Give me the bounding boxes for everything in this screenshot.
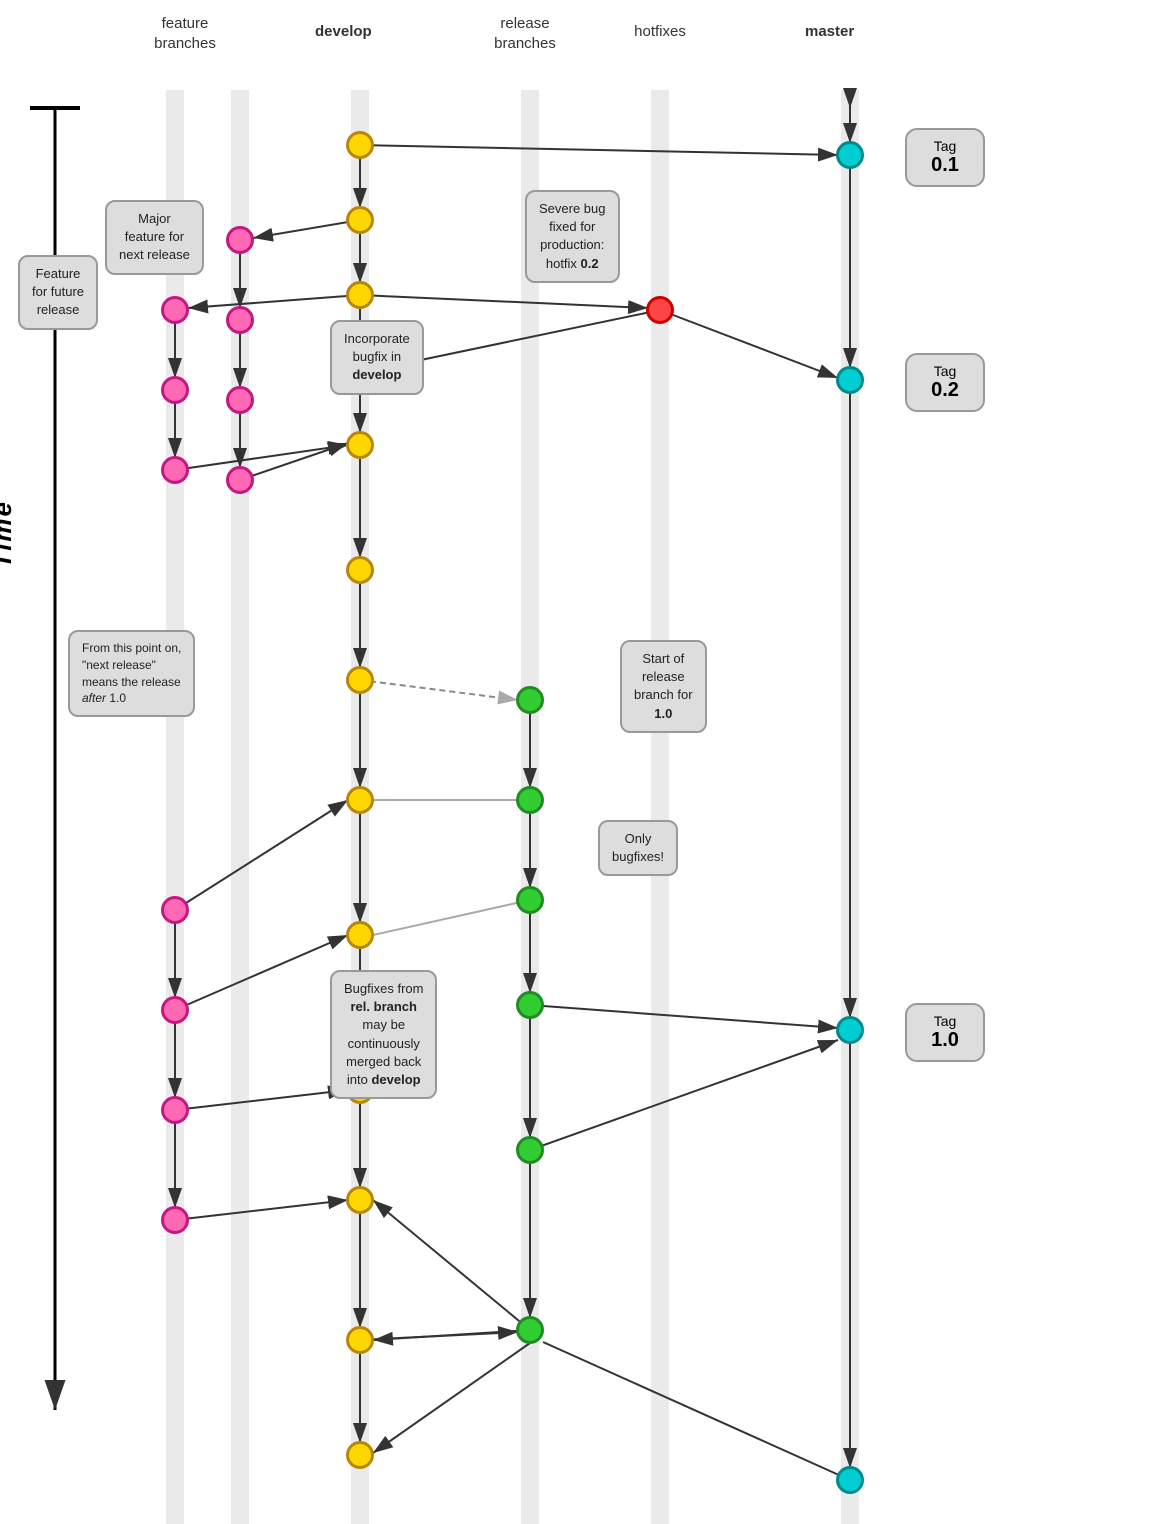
feature1-node-7 (161, 1206, 189, 1234)
incorporate-bugfix-bubble: Incorporatebugfix indevelop (330, 320, 424, 395)
develop-node-9 (346, 921, 374, 949)
hotfix-node-1 (646, 296, 674, 324)
develop-header: develop (315, 22, 372, 42)
develop-node-3 (346, 281, 374, 309)
feature1-node-5 (161, 996, 189, 1024)
tag-0.1: Tag 0.1 (905, 128, 985, 187)
time-label: Time (0, 500, 18, 568)
develop-node-12 (346, 1326, 374, 1354)
release-node-6 (516, 1316, 544, 1344)
release-node-1 (516, 686, 544, 714)
feature1-node-6 (161, 1096, 189, 1124)
master-node-4 (836, 1466, 864, 1494)
tag-1.0: Tag 1.0 (905, 1003, 985, 1062)
only-bugfixes-bubble: Onlybugfixes! (598, 820, 678, 876)
feature2-node-4 (226, 466, 254, 494)
feature1-node-1 (161, 296, 189, 324)
tag-0.2: Tag 0.2 (905, 353, 985, 412)
feature1-node-4 (161, 896, 189, 924)
develop-node-8 (346, 786, 374, 814)
release-node-5 (516, 1136, 544, 1164)
master-node-2 (836, 366, 864, 394)
hotfixes-header: hotfixes (610, 22, 710, 42)
feature2-node-3 (226, 386, 254, 414)
develop-node-6 (346, 556, 374, 584)
release-branches-header: release branches (465, 14, 585, 53)
develop-node-7 (346, 666, 374, 694)
release-node-2 (516, 786, 544, 814)
feature1-node-2 (161, 376, 189, 404)
git-flow-diagram: { "columns": { "feature_branches": { "la… (0, 0, 1150, 1524)
release-node-3 (516, 886, 544, 914)
severe-bug-bubble: Severe bugfixed forproduction:hotfix 0.2 (525, 190, 620, 283)
feature-future-bubble: Featurefor futurerelease (18, 255, 98, 330)
release-node-4 (516, 991, 544, 1019)
develop-node-1 (346, 131, 374, 159)
feature1-node-3 (161, 456, 189, 484)
major-feature-bubble: Majorfeature fornext release (105, 200, 204, 275)
feature2-node-1 (226, 226, 254, 254)
feature-branches-header: feature branches (130, 14, 240, 53)
develop-node-13 (346, 1441, 374, 1469)
start-release-bubble: Start ofreleasebranch for1.0 (620, 640, 707, 733)
master-node-1 (836, 141, 864, 169)
from-this-point-bubble: From this point on,"next release"means t… (68, 630, 195, 717)
master-node-3 (836, 1016, 864, 1044)
develop-node-2 (346, 206, 374, 234)
bugfixes-merged-bubble: Bugfixes fromrel. branchmay becontinuous… (330, 970, 437, 1099)
master-header: master (805, 22, 854, 42)
feature2-node-2 (226, 306, 254, 334)
develop-node-5 (346, 431, 374, 459)
develop-node-11 (346, 1186, 374, 1214)
